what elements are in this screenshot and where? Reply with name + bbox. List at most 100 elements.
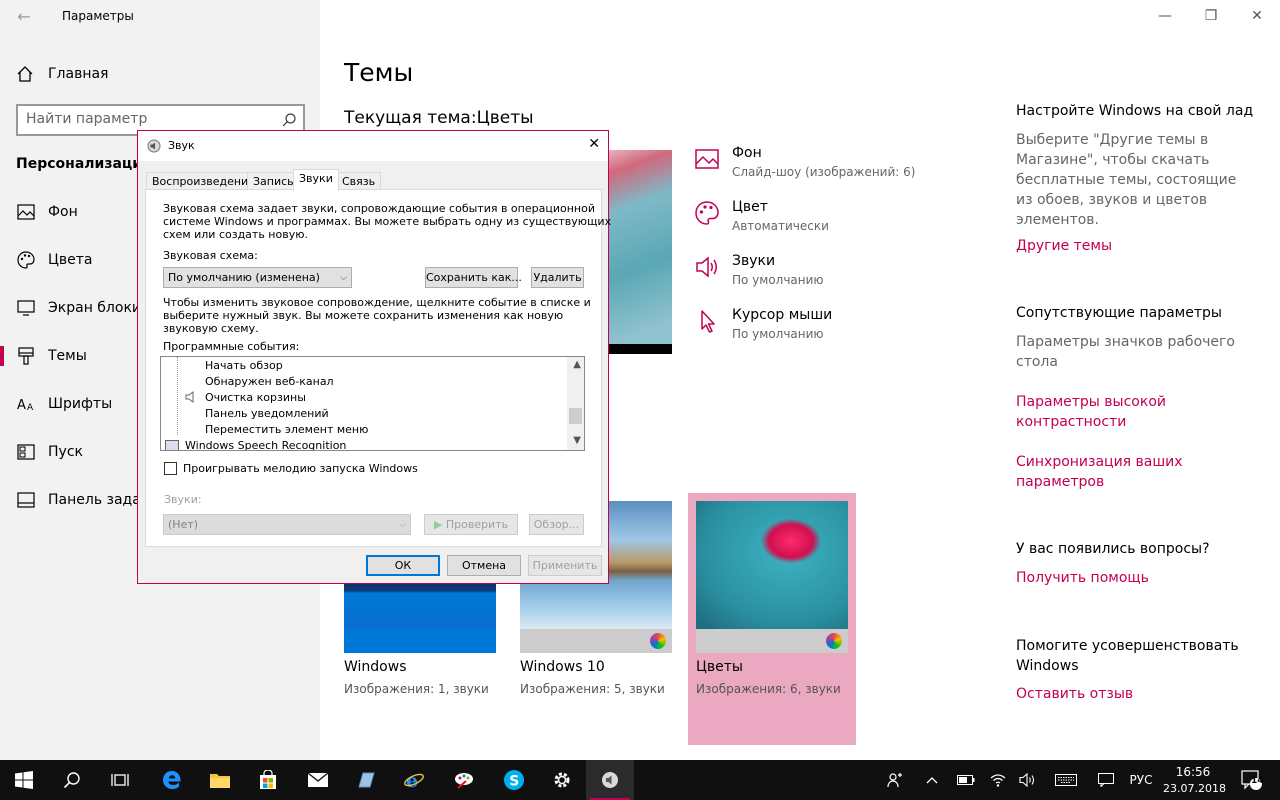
taskbar-app-settings[interactable] [538,760,586,800]
list-item[interactable]: Начать обзор [205,359,283,372]
taskbar-app-edge[interactable] [148,760,196,800]
tab-recording[interactable]: Запись [247,172,300,190]
events-scrollbar[interactable]: ▲ ▼ [567,357,584,450]
list-item[interactable]: Очистка корзины [205,391,306,404]
sounds-select[interactable]: (Нет) ⌵ [163,514,411,535]
sounds-label: Звуки: [164,493,202,506]
tab-communications[interactable]: Связь [336,172,382,190]
internet-explorer-icon: e [404,770,424,791]
improve-heading: Помогите усовершенствовать Windows [1016,638,1239,674]
close-button[interactable]: ✕ [1234,4,1280,28]
property-title: Курсор мыши [732,307,833,323]
intro-text-line: схем или создать новую. [163,228,308,241]
property-title: Звуки [732,253,776,269]
questions-heading: У вас появились вопросы? [1016,541,1210,557]
svg-text:A: A [27,403,34,412]
taskbar-app-ie[interactable]: e [390,760,438,800]
touch-keyboard-button[interactable] [1048,760,1084,800]
sync-link[interactable]: Синхронизация ваших параметров [1016,452,1216,492]
program-events-list[interactable]: Начать обзор Обнаружен веб-канал Очистка… [160,356,585,451]
feedback-link[interactable]: Оставить отзыв [1016,684,1256,704]
delete-button[interactable]: Удалить [531,267,584,288]
search-icon[interactable] [281,112,297,128]
intro-text-line: системе Windows и программах. Вы можете … [163,215,612,228]
theme-accent-bar [520,629,672,653]
search-taskbar-button[interactable] [48,760,96,800]
taskbar-app-store[interactable] [244,760,292,800]
test-sound-button[interactable]: ▶ Проверить [424,514,518,535]
scroll-thumb[interactable] [569,408,582,424]
theme-description: Изображения: 5, звуки [520,682,665,696]
high-contrast-link[interactable]: Параметры высокой контрастности [1016,392,1216,432]
taskbar-clock-time[interactable]: 16:56 [1163,765,1223,779]
scroll-up-icon[interactable]: ▲ [573,359,581,370]
minimize-button[interactable]: — [1142,4,1188,28]
search-input[interactable] [26,111,276,127]
taskbar-app-explorer[interactable] [196,760,244,800]
maximize-button[interactable]: ❐ [1188,4,1234,28]
theme-card-flowers[interactable]: Цветы Изображения: 6, звуки [688,493,856,745]
tab-playback[interactable]: Воспроизведение [146,172,261,190]
font-icon: AA [16,394,36,414]
taskbar-app-sound[interactable] [586,760,634,800]
home-icon [17,66,33,82]
cancel-button[interactable]: Отмена [447,555,521,576]
theme-name: Windows [344,659,407,675]
startup-sound-label[interactable]: Проигрывать мелодию запуска Windows [183,462,418,475]
input-language[interactable]: РУС [1124,760,1158,800]
start-button[interactable] [0,760,48,800]
notification-count: 14 [1251,776,1264,786]
battery-icon [957,775,975,785]
desktop-icons-text[interactable]: Параметры значков рабочего стола [1016,332,1241,372]
customize-text: Выберите "Другие темы в Магазине", чтобы… [1016,132,1237,228]
property-value: Автоматически [732,219,829,233]
sidebar-home[interactable]: Главная [16,62,108,86]
tab-sounds[interactable]: Звуки [293,169,339,191]
color-wheel-icon [826,633,842,649]
chevron-down-icon: ⌵ [340,273,347,283]
list-item[interactable]: Обнаружен веб-канал [205,375,334,388]
taskbar-app-notes[interactable] [342,760,390,800]
svg-text:A: A [17,398,26,412]
network-button[interactable] [984,760,1012,800]
paint-icon [455,773,473,789]
browse-button[interactable]: Обзор... [529,514,584,535]
speaker-icon [147,139,161,153]
battery-button[interactable] [952,760,980,800]
help-link[interactable]: Получить помощь [1016,568,1256,588]
taskbar-app-paint[interactable] [440,760,488,800]
more-themes-link[interactable]: Другие темы [1016,236,1256,256]
startup-sound-checkbox[interactable] [164,462,177,475]
property-value: По умолчанию [732,273,824,287]
show-hidden-icons-button[interactable] [918,760,946,800]
theme-preview-image[interactable] [602,150,672,354]
list-item[interactable]: Панель уведомлений [205,407,329,420]
taskbar-app-skype[interactable]: S [490,760,538,800]
apply-button[interactable]: Применить [528,555,602,576]
scheme-select-value: По умолчанию (изменена) [168,271,320,284]
instructions-line: Чтобы изменить звуковое сопровождение, щ… [163,296,591,309]
scheme-select[interactable]: По умолчанию (изменена) ⌵ [163,267,352,288]
taskbar-clock-date[interactable]: 23.07.2018 [1163,782,1226,795]
taskbar-app-mail[interactable] [294,760,342,800]
scroll-down-icon[interactable]: ▼ [573,435,581,446]
list-item[interactable]: Переместить элемент меню [205,423,368,436]
volume-button[interactable] [1014,760,1042,800]
action-center-button[interactable]: 14 [1232,760,1272,800]
speaker-icon [602,772,618,788]
task-view-button[interactable] [96,760,144,800]
ok-button[interactable]: ОК [366,555,440,576]
message-button[interactable] [1092,760,1120,800]
instructions-line: выберите нужный звук. Вы можете сохранит… [163,309,564,322]
keyboard-icon [1055,774,1077,786]
brush-icon [16,346,36,366]
save-as-button[interactable]: Сохранить как... [425,267,522,288]
app-icon [165,440,179,450]
svg-text:e: e [406,770,418,791]
list-item[interactable]: Windows Speech Recognition [185,439,346,450]
dialog-close-button[interactable]: ✕ [588,136,600,152]
palette-icon [695,201,719,225]
people-button[interactable] [880,760,910,800]
back-button[interactable]: ← [12,6,36,30]
dialog-titlebar[interactable]: Звук ✕ [138,131,608,161]
